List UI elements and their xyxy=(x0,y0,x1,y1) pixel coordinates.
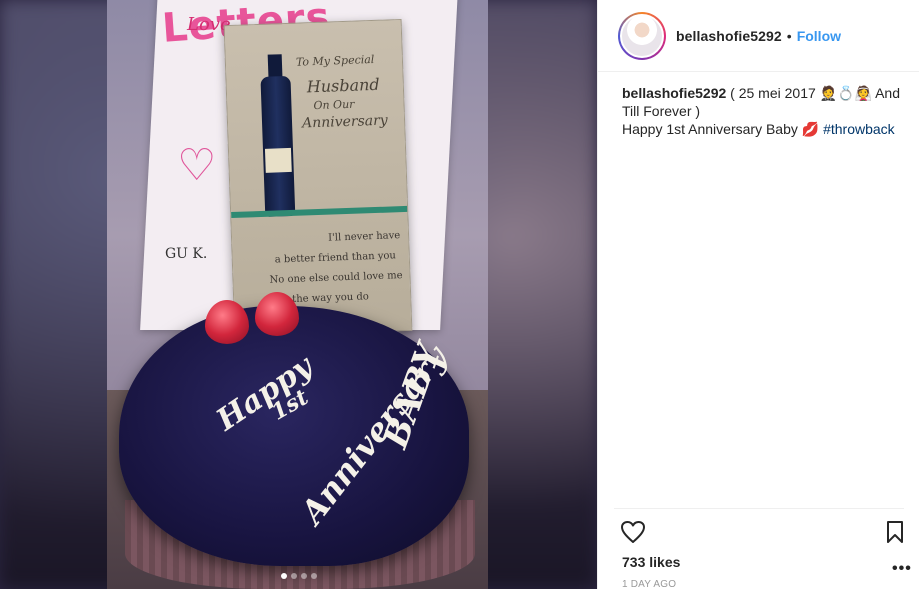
carousel-dot-1[interactable] xyxy=(280,573,287,579)
post-side-panel: bellashofie5292 • Follow bellashofie5292… xyxy=(597,0,919,589)
bag-heart-decoration: ♡ xyxy=(177,140,217,191)
caption-hashtag[interactable]: #throwback xyxy=(823,121,895,137)
post-media[interactable]: Letters Love ♡ GU K. To My Special Husba… xyxy=(0,0,597,589)
card-lower-3: No one else could love me xyxy=(269,270,403,286)
carousel-dot-4[interactable] xyxy=(310,573,317,579)
post-header: bellashofie5292 • Follow xyxy=(598,0,919,72)
avatar-story-ring[interactable] xyxy=(618,11,666,60)
caption-text-line-2: Happy 1st Anniversary Baby 💋 xyxy=(622,121,824,137)
bottle-label xyxy=(264,147,292,173)
header-username[interactable]: bellashofie5292 xyxy=(676,28,782,44)
card-lower-2: a better friend than you xyxy=(274,250,397,266)
card-line-2: Husband xyxy=(306,74,380,97)
header-separator: • xyxy=(786,27,792,44)
bag-gu-k-text: GU K. xyxy=(165,246,208,262)
strawberry-right xyxy=(255,292,299,336)
carousel-dot-2[interactable] xyxy=(290,573,297,579)
card-stripe xyxy=(231,205,408,219)
carousel-dot-3[interactable] xyxy=(300,573,307,579)
carousel-indicator xyxy=(0,573,597,579)
card-line-1: To My Special xyxy=(295,52,375,69)
caption-username[interactable]: bellashofie5292 xyxy=(622,85,726,101)
anniversary-card: To My Special Husband On Our Anniversary… xyxy=(223,18,413,338)
card-line-4: Anniversary xyxy=(301,112,388,132)
avatar[interactable] xyxy=(620,13,664,58)
actions-divider xyxy=(614,508,904,509)
instagram-post: Letters Love ♡ GU K. To My Special Husba… xyxy=(0,0,919,589)
card-line-3: On Our xyxy=(313,97,355,113)
follow-button[interactable]: Follow xyxy=(797,28,841,44)
likes-count[interactable]: 733 likes xyxy=(622,554,680,570)
card-lower-1: I'll never have xyxy=(327,230,401,244)
post-timestamp[interactable]: 1 DAY AGO xyxy=(622,579,676,589)
post-caption: bellashofie5292 ( 25 mei 2017 🤵💍👰 And Ti… xyxy=(622,84,912,138)
card-lower-4: the way you do xyxy=(292,291,369,305)
wine-bottle xyxy=(260,75,296,217)
post-photo[interactable]: Letters Love ♡ GU K. To My Special Husba… xyxy=(107,0,488,589)
more-options-icon[interactable]: ••• xyxy=(892,560,912,578)
chocolate-cake: Happy 1st Anniversary BABY xyxy=(119,306,469,566)
strawberry-left xyxy=(205,300,249,344)
bookmark-icon[interactable] xyxy=(886,520,904,549)
heart-icon[interactable] xyxy=(620,520,646,549)
